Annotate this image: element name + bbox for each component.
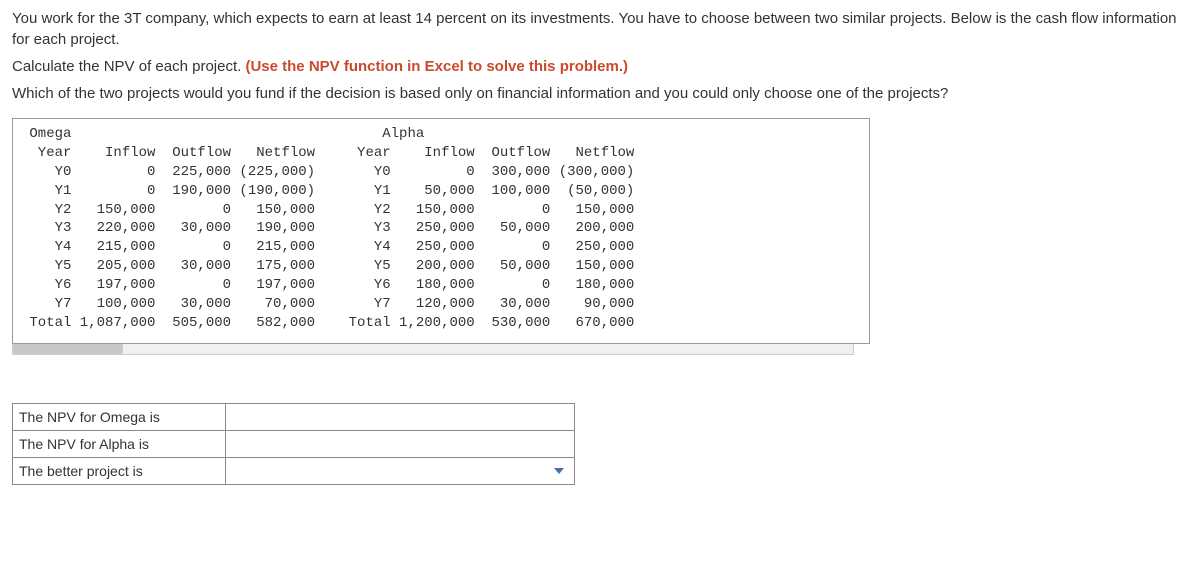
answer-cell-omega: [226, 403, 575, 430]
answer-table: The NPV for Omega is The NPV for Alpha i…: [12, 403, 575, 485]
intro-paragraph-2: Calculate the NPV of each project. (Use …: [12, 56, 1188, 77]
chevron-down-icon: [554, 468, 564, 474]
horizontal-scrollbar-thumb[interactable]: [13, 344, 123, 354]
answer-label-omega: The NPV for Omega is: [13, 403, 226, 430]
horizontal-scrollbar-track[interactable]: [12, 344, 854, 355]
problem-statement: You work for the 3T company, which expec…: [12, 8, 1188, 104]
answer-row-alpha: The NPV for Alpha is: [13, 430, 575, 457]
answer-label-better: The better project is: [13, 457, 226, 484]
answer-row-omega: The NPV for Omega is: [13, 403, 575, 430]
intro-paragraph-3: Which of the two projects would you fund…: [12, 83, 1188, 104]
intro-p2-hint: (Use the NPV function in Excel to solve …: [245, 58, 628, 75]
better-project-select[interactable]: [232, 463, 554, 479]
intro-paragraph-1: You work for the 3T company, which expec…: [12, 8, 1188, 50]
npv-alpha-input[interactable]: [232, 434, 566, 454]
answer-cell-alpha: [226, 430, 575, 457]
answer-label-alpha: The NPV for Alpha is: [13, 430, 226, 457]
npv-omega-input[interactable]: [232, 407, 566, 427]
answer-row-better: The better project is: [13, 457, 575, 484]
answer-cell-better: [226, 457, 575, 484]
intro-p2-prefix: Calculate the NPV of each project.: [12, 58, 245, 75]
cashflow-data-block: Omega Alpha Year Inflow Outflow Netflow …: [12, 118, 870, 344]
